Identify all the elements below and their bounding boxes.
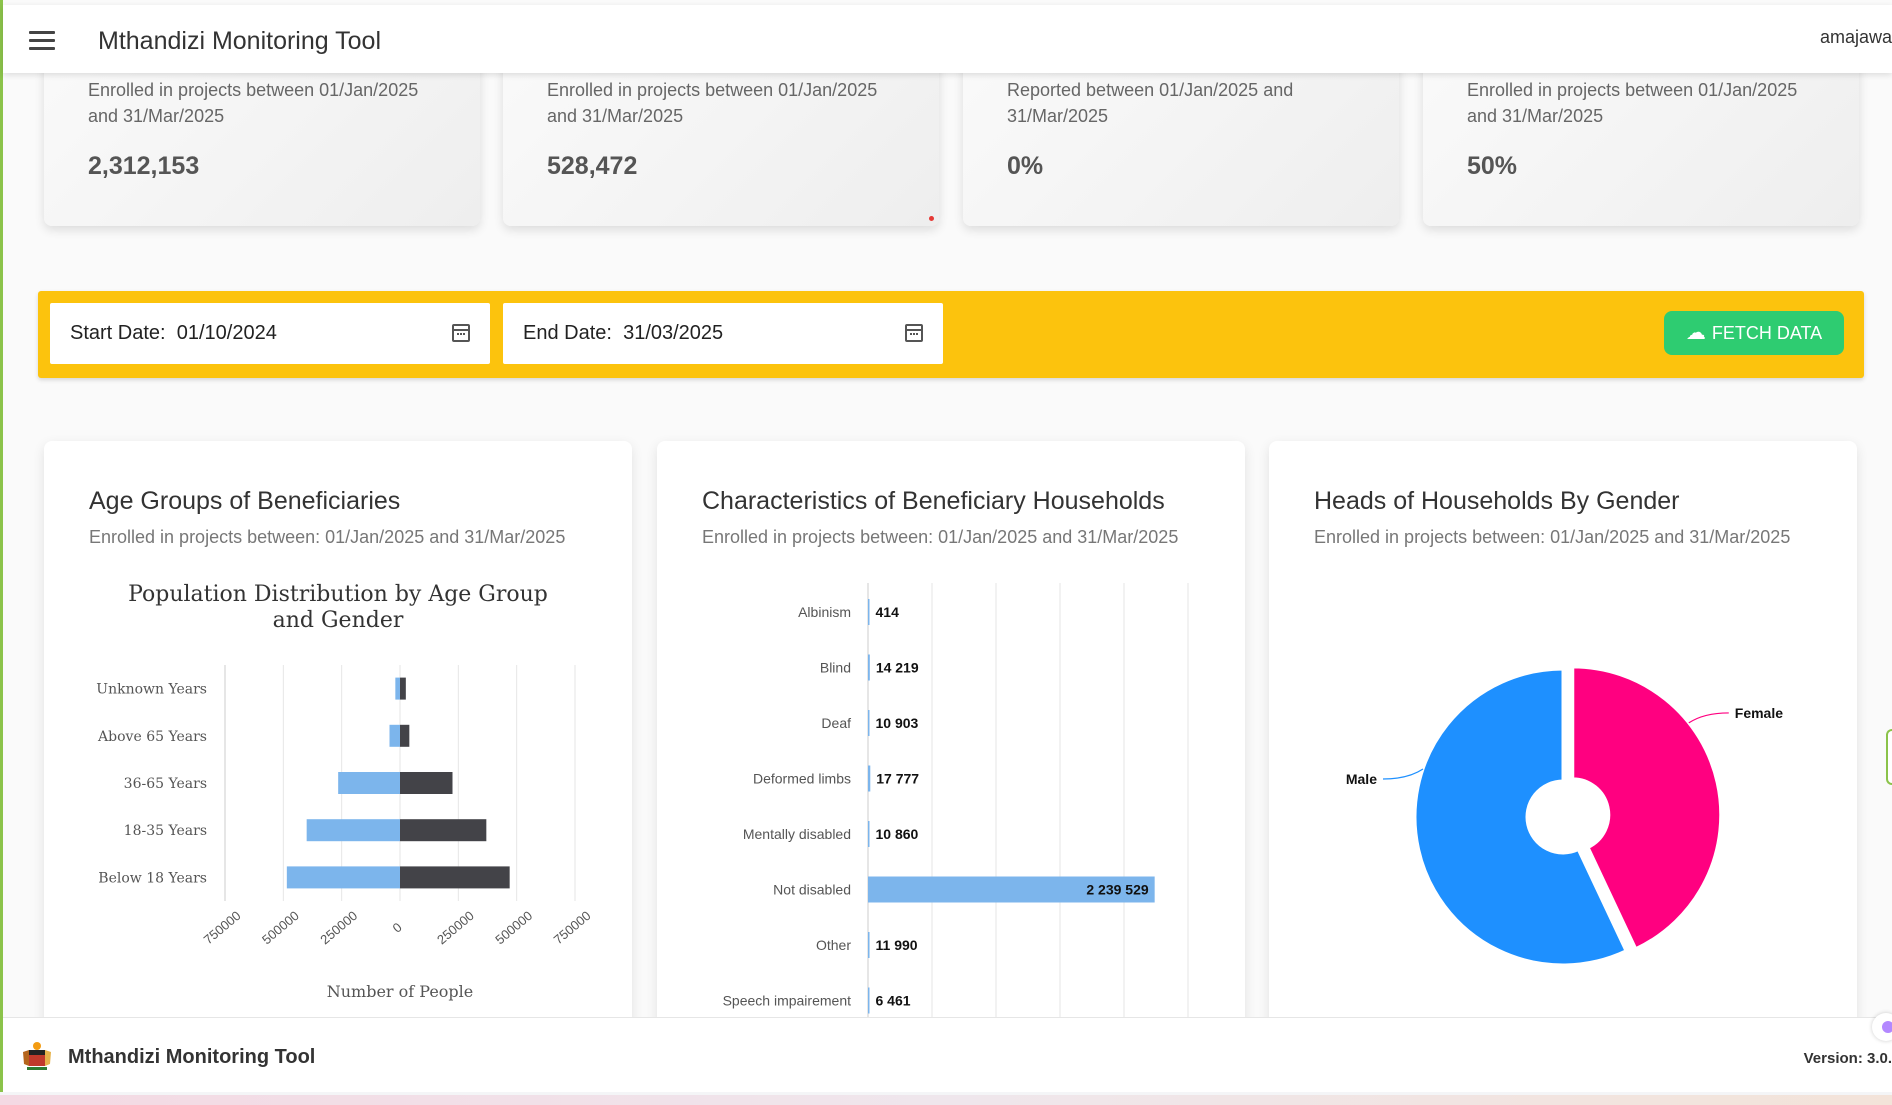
data-label: 414 [876,604,900,620]
slice-connector [1688,712,1729,724]
chart-title-line-2: and Gender [273,608,404,633]
footer: Mthandizi Monitoring Tool Version: 3.0. [3,1017,1892,1092]
app-title: Mthandizi Monitoring Tool [98,27,382,55]
bar [868,599,870,625]
top-app-bar: Mthandizi Monitoring Tool amajawa [3,5,1892,73]
y-category-label: Blind [820,660,851,676]
end-date-text: End Date: 31/03/2025 [523,322,723,345]
start-date-text: Start Date: 01/10/2024 [70,322,277,345]
date-filter-bar: Start Date: 01/10/2024 End Date: 31/03/2… [38,291,1864,378]
data-label: 11 990 [876,937,918,953]
data-label: 6 461 [876,993,911,1009]
bar-left-series [395,677,400,700]
x-tick-label: 0 [390,919,405,935]
calendar-icon[interactable] [452,324,470,342]
end-date-field[interactable]: End Date: 31/03/2025 [503,303,943,364]
stat-card-subtitle: Enrolled in projects between 01/Jan/2025… [547,80,878,126]
end-date-value[interactable]: 31/03/2025 [623,322,723,344]
coat-of-arms-icon [23,1042,51,1070]
x-tick-label: 750000 [551,908,594,947]
household-characteristics-chart: Albinism 414 Blind 14 219 Deaf 10 903 Deformed… [723,583,1189,1041]
bar-right-series [400,772,453,794]
bar [868,821,870,847]
end-date-label: End Date: [523,322,612,344]
y-category-label: Speech impairement [723,993,852,1009]
y-category-label: Albinism [798,604,851,620]
stat-card-value: 2,312,153 [88,152,200,180]
y-category-label: Deformed limbs [753,771,851,787]
x-axis-title: Number of People [327,982,474,1001]
bar-left-series [306,819,400,842]
age-pyramid-chart: Population Distribution by Age Groupand … [96,582,594,1001]
calendar-icon[interactable] [905,324,923,342]
data-label: 17 777 [876,771,919,787]
y-category-label: 18-35 Years [124,823,207,839]
taskbar-strip [0,1095,1892,1105]
y-category-label: Below 18 Years [98,870,207,886]
data-label: 14 219 [876,660,919,676]
bar-right-series [400,724,410,747]
cloud-download-icon: ☁ [1685,322,1706,344]
stat-card-subtitle: Enrolled in projects between 01/Jan/2025… [88,80,419,126]
y-category-label: Deaf [821,715,851,731]
heads-by-gender-card: Heads of Households By Gender Enrolled i… [1269,441,1857,1041]
x-tick-label: 250000 [434,908,477,947]
side-drawer-tab[interactable] [1886,729,1892,785]
y-category-label: Unknown Years [96,682,207,698]
footer-title: Mthandizi Monitoring Tool [68,1046,316,1068]
stat-card-value: 528,472 [547,152,638,180]
gender-donut-chart: Female Male [1346,665,1783,967]
bar-left-series [286,866,400,889]
y-category-label: Other [816,937,851,953]
start-date-field[interactable]: Start Date: 01/10/2024 [50,303,490,364]
chart-title-line-1: Population Distribution by Age Group [128,582,548,607]
x-tick-label: 250000 [317,908,360,947]
stat-card-subtitle: Reported between 01/Jan/2025 and 31/Mar/… [1007,80,1294,126]
y-category-label: 36-65 Years [124,776,207,792]
start-date-value[interactable]: 01/10/2024 [177,322,277,344]
fetch-data-label: FETCH DATA [1711,322,1823,343]
household-characteristics-card: Characteristics of Beneficiary Household… [657,441,1245,1041]
bar-right-series [400,677,406,700]
y-category-label: Not disabled [773,882,851,898]
assistant-widget-icon[interactable] [1872,1013,1892,1041]
slice-label: Female [1735,705,1783,721]
y-category-label: Above 65 Years [97,729,207,745]
stat-card-value: 50% [1467,152,1518,180]
bar [868,765,871,792]
data-label: 10 903 [876,715,919,731]
fetch-data-button[interactable]: ☁ FETCH DATA [1664,311,1844,355]
start-date-label: Start Date: [70,322,166,344]
x-tick-label: 500000 [492,908,535,947]
bar [868,932,870,958]
x-tick-label: 750000 [201,908,244,947]
notification-dot [929,216,934,221]
bar-left-series [389,724,400,747]
bar [868,710,870,736]
bar [868,654,870,681]
stat-card-value: 0% [1007,152,1044,180]
x-tick-label: 500000 [259,908,302,947]
bar-right-series [400,866,510,889]
y-category-label: Mentally disabled [743,826,851,842]
slice-label: Male [1346,771,1377,787]
bar [868,987,870,1014]
data-label: 10 860 [876,826,919,842]
slice-connector [1382,768,1424,780]
age-groups-card: Age Groups of Beneficiaries Enrolled in … [44,441,632,1041]
bar-left-series [338,772,400,794]
username[interactable]: amajawa [1820,27,1892,48]
stat-card-subtitle: Enrolled in projects between 01/Jan/2025… [1467,80,1798,126]
data-label: 2 239 529 [1086,882,1148,898]
version-label: Version: 3.0. [1803,1050,1892,1067]
bar-right-series [400,819,487,842]
hamburger-menu-icon[interactable] [29,31,55,51]
